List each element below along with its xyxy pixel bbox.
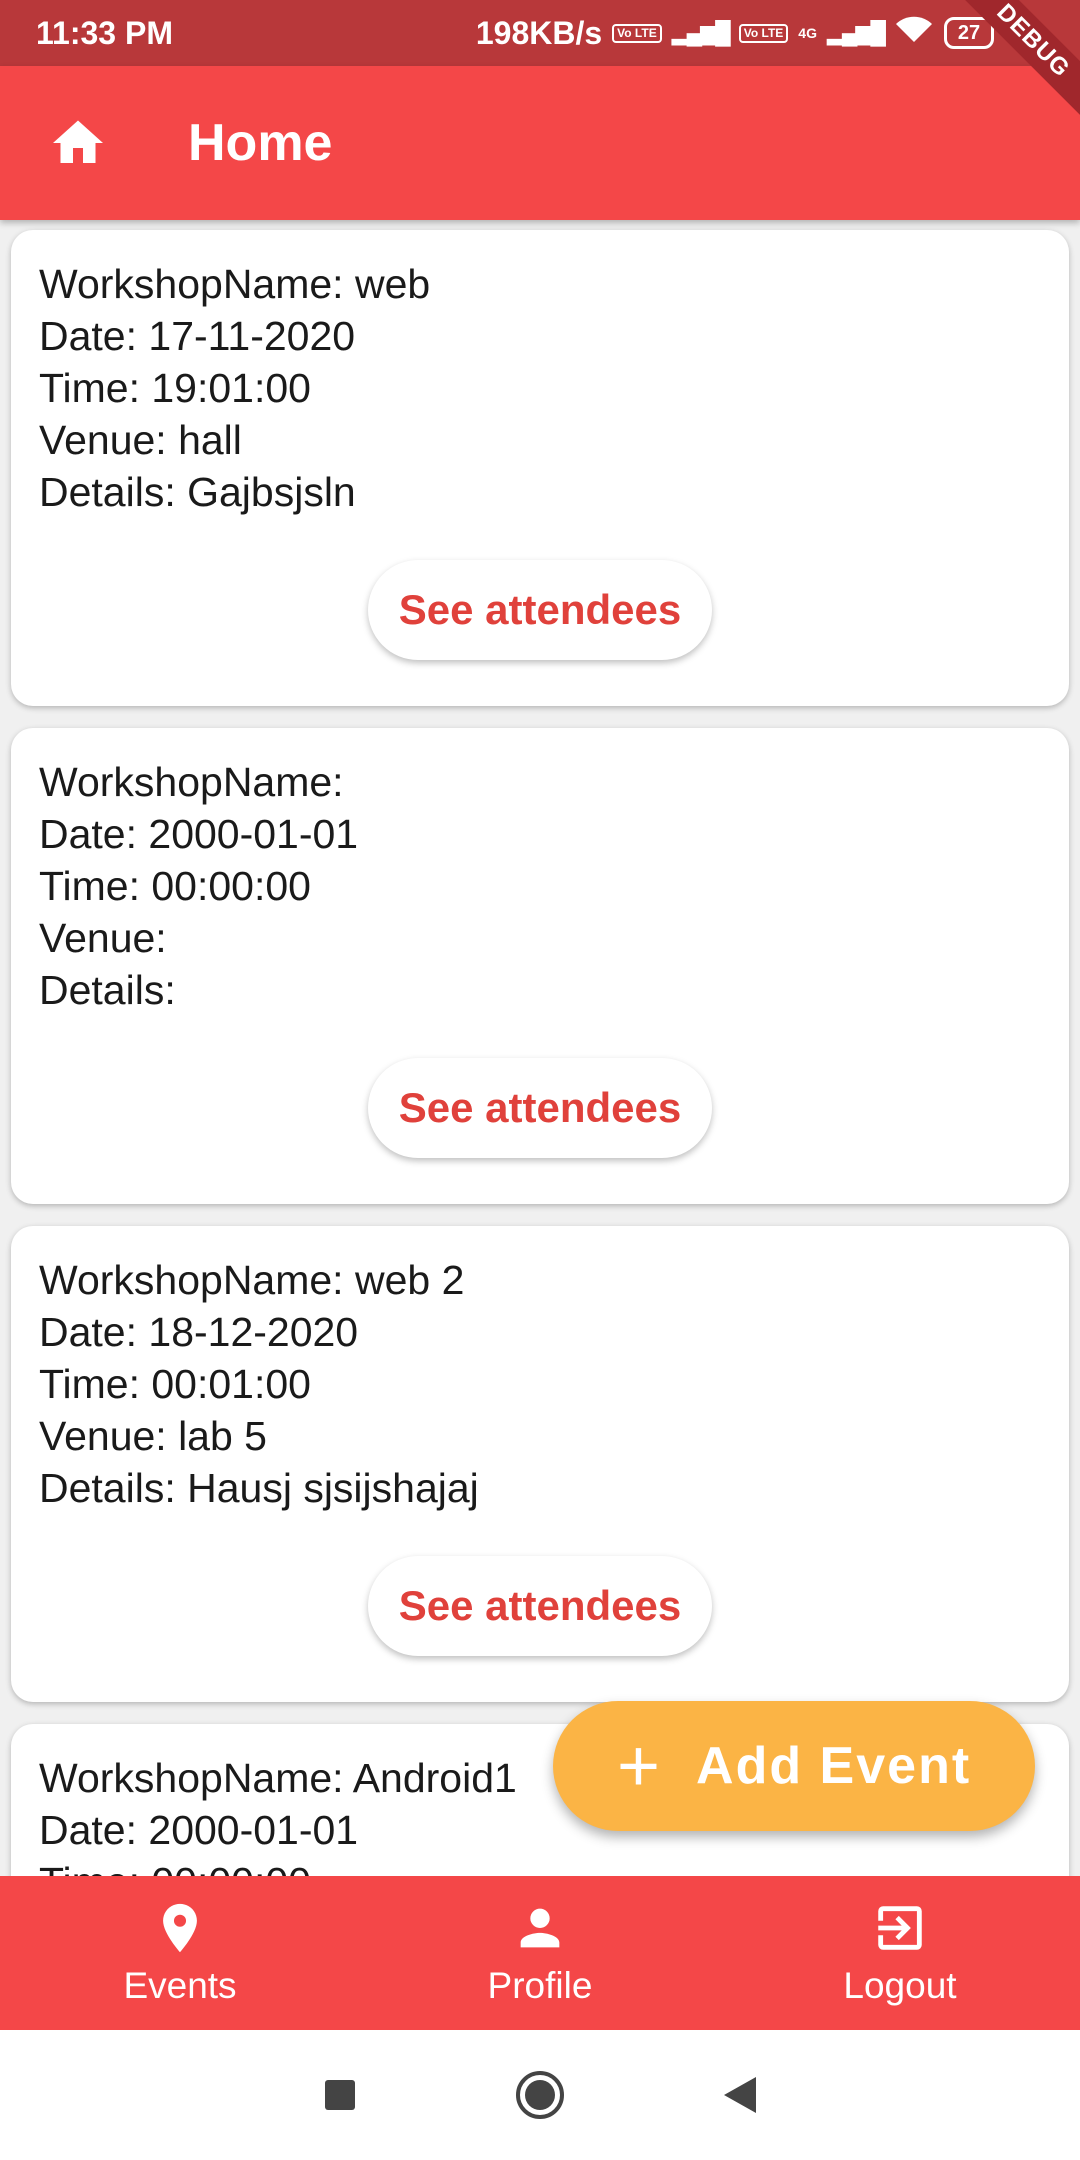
- see-attendees-button[interactable]: See attendees: [368, 1556, 712, 1656]
- workshop-date: Date: 2000-01-01: [39, 811, 359, 857]
- nav-label-profile: Profile: [487, 1965, 593, 2006]
- workshop-time: Time: 19:01:00: [39, 365, 311, 411]
- logout-icon: [878, 1906, 922, 1950]
- person-icon: [520, 1908, 560, 1948]
- bottom-nav: Events Profile Logout: [0, 1876, 1080, 2030]
- workshop-details: Details: Hausj sjsijshajaj: [39, 1465, 479, 1511]
- events-list[interactable]: WorkshopName: web Date: 17-11-2020 Time:…: [0, 220, 1080, 1876]
- event-card: WorkshopName: Date: 2000-01-01 Time: 00:…: [11, 728, 1069, 1204]
- event-card: WorkshopName: web Date: 17-11-2020 Time:…: [11, 230, 1069, 706]
- status-indicators: 198KB/s Vo LTE ▂▄▆█ Vo LTE 4G ▂▄▆█ 27: [476, 14, 1044, 52]
- workshop-date: Date: 18-12-2020: [39, 1309, 359, 1355]
- workshop-details: Details: Gajbsjsln: [39, 469, 356, 515]
- back-button[interactable]: [710, 2065, 770, 2125]
- page-title: Home: [188, 114, 333, 172]
- network-type: 4G: [798, 25, 817, 41]
- workshop-time: Time: 00:00:00: [39, 1856, 517, 1876]
- workshop-venue: Venue: lab 5: [39, 1413, 267, 1459]
- workshop-venue: Venue:: [39, 915, 179, 961]
- workshop-time: Time: 00:00:00: [39, 863, 311, 909]
- home-system-button[interactable]: [510, 2065, 570, 2125]
- event-details: WorkshopName: Date: 2000-01-01 Time: 00:…: [39, 756, 358, 1016]
- status-bar: 11:33 PM 198KB/s Vo LTE ▂▄▆█ Vo LTE 4G ▂…: [0, 0, 1080, 66]
- wifi-icon: [894, 14, 934, 52]
- workshop-name: WorkshopName:: [39, 759, 355, 805]
- volte-icon-2: Vo LTE: [738, 23, 789, 43]
- event-details: WorkshopName: web Date: 17-11-2020 Time:…: [39, 258, 430, 518]
- home-icon[interactable]: [48, 113, 108, 173]
- nav-label-events: Events: [123, 1965, 237, 2006]
- back-triangle-icon: [724, 2077, 756, 2113]
- add-event-label: Add Event: [696, 1737, 972, 1795]
- net-speed: 198KB/s: [475, 14, 603, 51]
- event-card: WorkshopName: web 2 Date: 18-12-2020 Tim…: [11, 1226, 1069, 1702]
- location-pin-icon: [163, 1903, 197, 1953]
- workshop-date: Date: 17-11-2020: [39, 313, 356, 359]
- recents-button[interactable]: [310, 2065, 370, 2125]
- workshop-details: Details:: [39, 967, 188, 1013]
- app-bar: Home: [0, 66, 1080, 220]
- workshop-venue: Venue: hall: [39, 417, 242, 463]
- workshop-date: Date: 2000-01-01: [39, 1807, 359, 1853]
- see-attendees-button[interactable]: See attendees: [368, 560, 712, 660]
- nav-item-events[interactable]: Events: [0, 1876, 360, 2030]
- plus-icon: +: [616, 1724, 661, 1807]
- circle-icon: [516, 2071, 564, 2119]
- nav-item-logout[interactable]: Logout: [720, 1876, 1080, 2030]
- signal-icon-2: ▂▄▆█: [826, 20, 886, 45]
- workshop-name: WorkshopName: web 2: [39, 1257, 465, 1303]
- volte-icon: Vo LTE: [612, 23, 662, 43]
- signal-icon: ▂▄▆█: [671, 20, 731, 45]
- see-attendees-button[interactable]: See attendees: [368, 1058, 712, 1158]
- nav-label-logout: Logout: [843, 1965, 957, 2006]
- nav-item-profile[interactable]: Profile: [360, 1876, 720, 2030]
- system-nav-bar: [0, 2030, 1080, 2160]
- workshop-name: WorkshopName: Android1: [39, 1755, 517, 1801]
- event-details: WorkshopName: Android1 Date: 2000-01-01 …: [39, 1752, 517, 1876]
- add-event-button[interactable]: + Add Event: [553, 1701, 1035, 1831]
- square-icon: [325, 2080, 355, 2110]
- workshop-name: WorkshopName: web: [39, 261, 431, 307]
- workshop-time: Time: 00:01:00: [39, 1361, 311, 1407]
- event-details: WorkshopName: web 2 Date: 18-12-2020 Tim…: [39, 1254, 479, 1514]
- status-time: 11:33 PM: [36, 14, 173, 51]
